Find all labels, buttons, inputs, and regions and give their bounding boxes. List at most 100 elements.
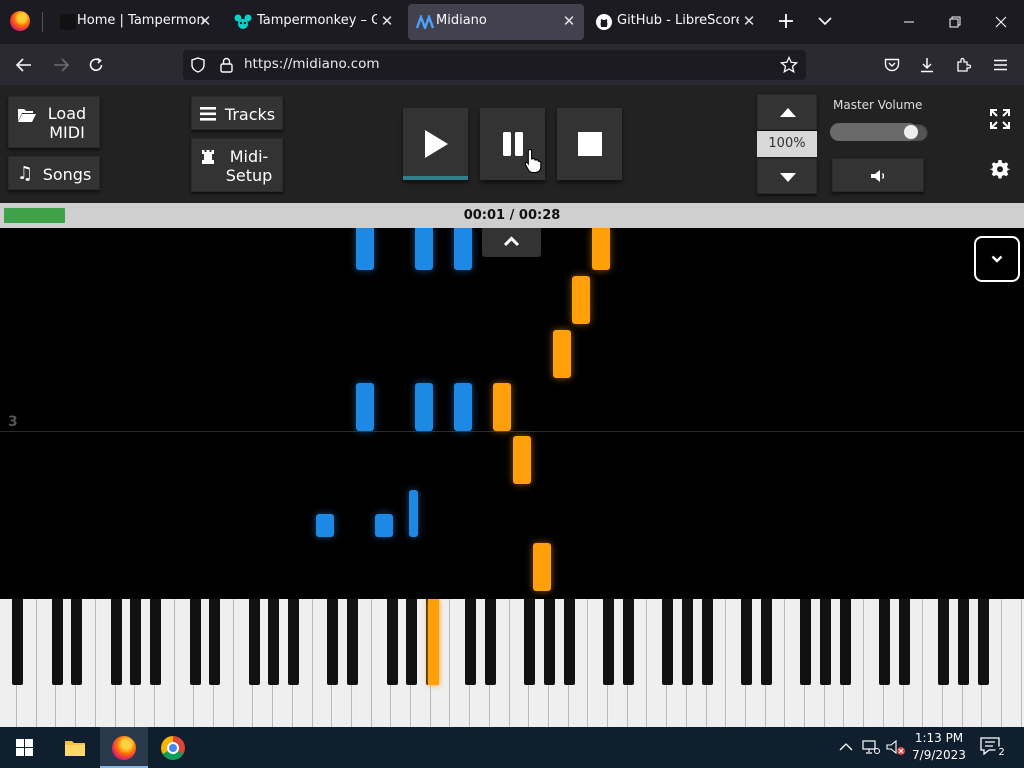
piano-black-key[interactable] [524,599,536,685]
tab-label: Tampermonkey – Get th [257,13,377,28]
tab-separator [42,12,43,32]
settings-button[interactable] [983,152,1017,186]
hamburger-menu-icon[interactable] [985,50,1015,80]
tab-label: Midiano [436,13,487,28]
start-button[interactable] [0,727,48,768]
system-clock[interactable]: 1:13 PM 7/9/2023 [908,730,970,764]
piano-black-key[interactable] [327,599,339,685]
file-explorer-button[interactable] [51,727,99,768]
piano-black-key[interactable] [957,599,969,685]
piano-black-key[interactable] [938,599,950,685]
action-center-button[interactable]: 2 [980,737,1008,759]
reload-button[interactable] [81,50,111,80]
note-block [409,490,418,537]
close-window-button[interactable] [978,0,1024,44]
network-icon[interactable] [862,740,880,755]
midiano-icon [416,15,434,29]
piano-keyboard[interactable] [0,599,1024,727]
songs-button[interactable]: ♫ Songs [8,156,100,190]
piano-black-key[interactable] [662,599,674,685]
piano-black-key[interactable] [701,599,713,685]
piano-black-key[interactable] [839,599,851,685]
piano-black-key[interactable] [603,599,615,685]
list-all-tabs-chevron-icon[interactable] [817,15,833,27]
piano-black-key[interactable] [465,599,477,685]
piano-black-key[interactable] [150,599,162,685]
play-button[interactable] [403,108,468,180]
note-block [454,228,472,270]
piano-black-key[interactable] [130,599,142,685]
close-tab-icon[interactable]: ✕ [740,12,758,30]
piano-roll[interactable]: 3 [0,228,1024,599]
tab-midiano[interactable]: Midiano ✕ [408,4,584,40]
tracks-label: Tracks [224,105,276,124]
show-hidden-icons-chevron-icon[interactable] [839,742,853,752]
tracking-protection-shield-icon[interactable] [191,57,205,73]
tab-label: Home | Tampermonkey [77,13,205,28]
volume-slider-handle[interactable] [904,125,918,139]
piano-black-key[interactable] [800,599,812,685]
firefox-menu-icon[interactable] [10,11,30,31]
stop-button[interactable] [557,108,622,180]
piano-black-key[interactable] [544,599,556,685]
pocket-icon[interactable] [877,50,907,80]
master-volume-slider[interactable] [830,123,928,141]
load-midi-button[interactable]: Load MIDI [8,96,100,148]
midi-setup-button[interactable]: Midi- Setup [191,138,283,192]
close-tab-icon[interactable]: ✕ [560,12,578,30]
piano-black-key[interactable] [622,599,634,685]
speed-down-button[interactable] [757,158,817,194]
piano-black-key[interactable] [386,599,398,685]
piano-black-key[interactable] [189,599,201,685]
extensions-puzzle-icon[interactable] [949,50,979,80]
piano-black-key[interactable] [110,599,122,685]
piano-black-key[interactable] [898,599,910,685]
close-tab-icon[interactable]: ✕ [378,12,396,30]
note-block [356,228,374,270]
piano-black-key[interactable] [209,599,221,685]
piano-black-key[interactable] [682,599,693,685]
piano-black-key[interactable] [288,599,299,685]
downloads-icon[interactable] [912,50,942,80]
new-tab-button[interactable]: + [772,8,800,36]
piano-black-key[interactable] [819,599,831,685]
scroll-up-button[interactable] [482,228,541,257]
tracks-button[interactable]: Tracks [191,96,283,130]
piano-black-key[interactable] [977,599,989,685]
bookmark-star-icon[interactable] [780,56,798,74]
speed-up-button[interactable] [757,94,817,130]
chrome-taskbar-button[interactable] [149,727,197,768]
mute-button[interactable] [832,158,924,192]
piano-white-key[interactable] [1002,599,1022,727]
close-tab-icon[interactable]: ✕ [196,12,214,30]
forward-button[interactable] [46,50,76,80]
piano-black-key[interactable] [563,599,575,685]
back-button[interactable] [9,50,39,80]
piano-black-key[interactable] [741,599,753,685]
minimize-window-button[interactable] [886,0,932,44]
piano-black-key[interactable] [12,599,24,685]
midi-setup-label: Midi- Setup [225,147,273,185]
tab-tampermonkey-get[interactable]: Tampermonkey – Get th ✕ [226,4,402,40]
lock-icon[interactable] [220,57,233,73]
progress-time-bar[interactable]: 00:01 / 00:28 [0,203,1024,228]
piano-black-key[interactable] [51,599,63,685]
fullscreen-button[interactable] [983,102,1017,136]
expand-panel-button[interactable] [974,236,1020,282]
speaker-volume-icon [871,170,885,182]
tab-github[interactable]: GitHub - LibreScore/dl ✕ [588,4,764,40]
url-bar[interactable]: https://midiano.com [183,50,806,80]
piano-black-key[interactable] [485,599,496,685]
restore-window-button[interactable] [932,0,978,44]
piano-black-key[interactable] [406,599,418,685]
piano-black-key[interactable] [248,599,260,685]
tab-home-tampermonkey[interactable]: Home | Tampermonkey ✕ [50,4,220,40]
piano-black-key[interactable] [347,599,359,685]
piano-black-key[interactable] [879,599,890,685]
firefox-taskbar-button[interactable] [100,727,148,768]
folder-icon [65,740,85,756]
muted-speaker-icon[interactable] [886,740,906,756]
piano-black-key[interactable] [268,599,280,685]
piano-black-key[interactable] [760,599,772,685]
piano-black-key[interactable] [71,599,83,685]
